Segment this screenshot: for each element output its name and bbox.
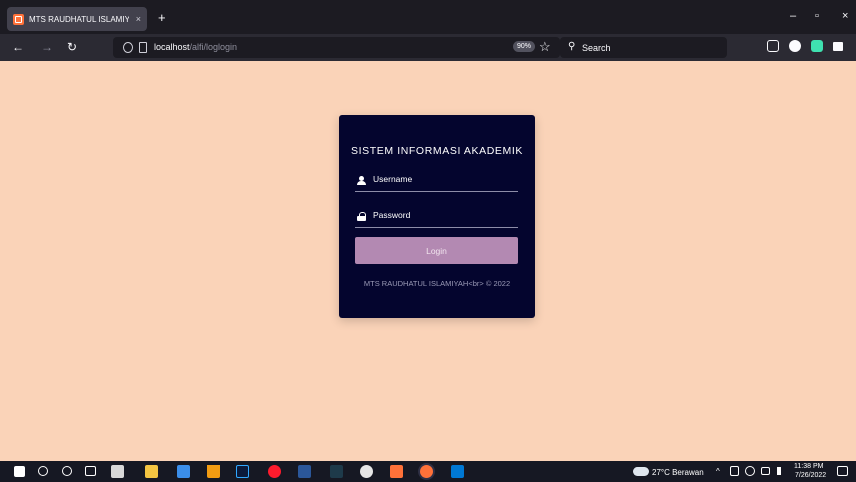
restore-button[interactable]: ▫ [815, 10, 819, 22]
firefox-icon[interactable] [420, 465, 433, 478]
login-footer: MTS RAUDHATUL ISLAMIYAH<br> © 2022 [363, 279, 511, 288]
login-title: SISTEM INFORMASI AKADEMIK [351, 145, 523, 157]
task-view-icon[interactable] [85, 466, 96, 476]
favicon-icon [13, 13, 24, 25]
tray-app-icon[interactable] [730, 466, 739, 476]
weather-cloud-icon[interactable] [633, 467, 649, 476]
bookmark-star-icon[interactable]: ☆ [539, 39, 551, 55]
close-tab-icon[interactable]: × [136, 14, 141, 24]
extension-icon[interactable] [811, 40, 823, 52]
store-icon[interactable] [111, 465, 124, 478]
opera-icon[interactable] [268, 465, 281, 478]
tray-chevron-icon[interactable]: ^ [716, 467, 720, 476]
weather-text[interactable]: 27°C Berawan [652, 468, 704, 477]
url-path: /alfi/loglogin [189, 42, 238, 52]
clock-date[interactable]: 7/26/2022 [795, 472, 826, 479]
page-info-icon[interactable] [139, 42, 147, 53]
xampp-icon[interactable] [390, 465, 403, 478]
reload-button[interactable]: ↻ [67, 40, 77, 54]
forward-button[interactable]: → [41, 40, 53, 54]
page-viewport: SISTEM INFORMASI AKADEMIK Username Passw… [0, 61, 856, 461]
password-field[interactable]: Password [355, 206, 518, 228]
taskbar: 27°C Berawan ^ 11:38 PM 7/26/2022 [0, 461, 856, 482]
windows-start-icon[interactable] [14, 466, 25, 477]
cortana-icon[interactable] [62, 466, 72, 476]
search-taskbar-icon[interactable] [38, 466, 48, 476]
search-bar[interactable]: ⚲ Search [560, 37, 727, 58]
close-window-button[interactable]: × [842, 10, 848, 22]
photoshop-icon[interactable] [236, 465, 249, 478]
vscode-icon[interactable] [451, 465, 464, 478]
search-icon: ⚲ [568, 41, 576, 52]
network-icon[interactable] [745, 466, 755, 476]
terminal-icon[interactable] [330, 465, 343, 478]
user-icon [357, 176, 366, 185]
account-icon[interactable] [789, 40, 801, 52]
tab-title: MTS RAUDHATUL ISLAMIYAH< [29, 14, 129, 24]
battery-icon[interactable] [761, 467, 770, 475]
media-player-icon[interactable] [177, 465, 190, 478]
address-bar[interactable]: localhost/alfi/loglogin 90% ☆ [113, 37, 560, 58]
zoom-level-badge[interactable]: 90% [513, 41, 536, 52]
volume-icon[interactable] [777, 467, 786, 475]
username-placeholder: Username [373, 174, 413, 184]
lock-icon [357, 212, 366, 221]
password-placeholder: Password [373, 210, 411, 220]
pocket-icon[interactable] [767, 40, 779, 52]
tracking-protection-icon[interactable] [123, 42, 133, 53]
vlc-icon[interactable] [207, 465, 220, 478]
back-button[interactable]: ← [12, 40, 24, 54]
cloud-app-icon[interactable] [360, 465, 373, 478]
login-button[interactable]: Login [355, 237, 518, 264]
navigation-toolbar: ← → ↻ localhost/alfi/loglogin 90% ☆ ⚲ Se… [0, 34, 856, 61]
username-field[interactable]: Username [355, 170, 518, 192]
search-placeholder: Search [582, 43, 611, 53]
tab-strip: MTS RAUDHATUL ISLAMIYAH< × + – ▫ × [0, 0, 856, 34]
url-host: localhost [154, 42, 190, 52]
browser-tab[interactable]: MTS RAUDHATUL ISLAMIYAH< × [7, 7, 147, 31]
url-text[interactable]: localhost/alfi/loglogin [154, 42, 237, 52]
word-icon[interactable] [298, 465, 311, 478]
login-card: SISTEM INFORMASI AKADEMIK Username Passw… [339, 115, 535, 318]
minimize-button[interactable]: – [790, 10, 796, 22]
file-explorer-icon[interactable] [145, 465, 158, 478]
notification-icon[interactable] [837, 466, 848, 476]
clock-time[interactable]: 11:38 PM [794, 463, 823, 470]
new-tab-button[interactable]: + [158, 11, 166, 24]
menu-icon[interactable] [833, 42, 843, 51]
